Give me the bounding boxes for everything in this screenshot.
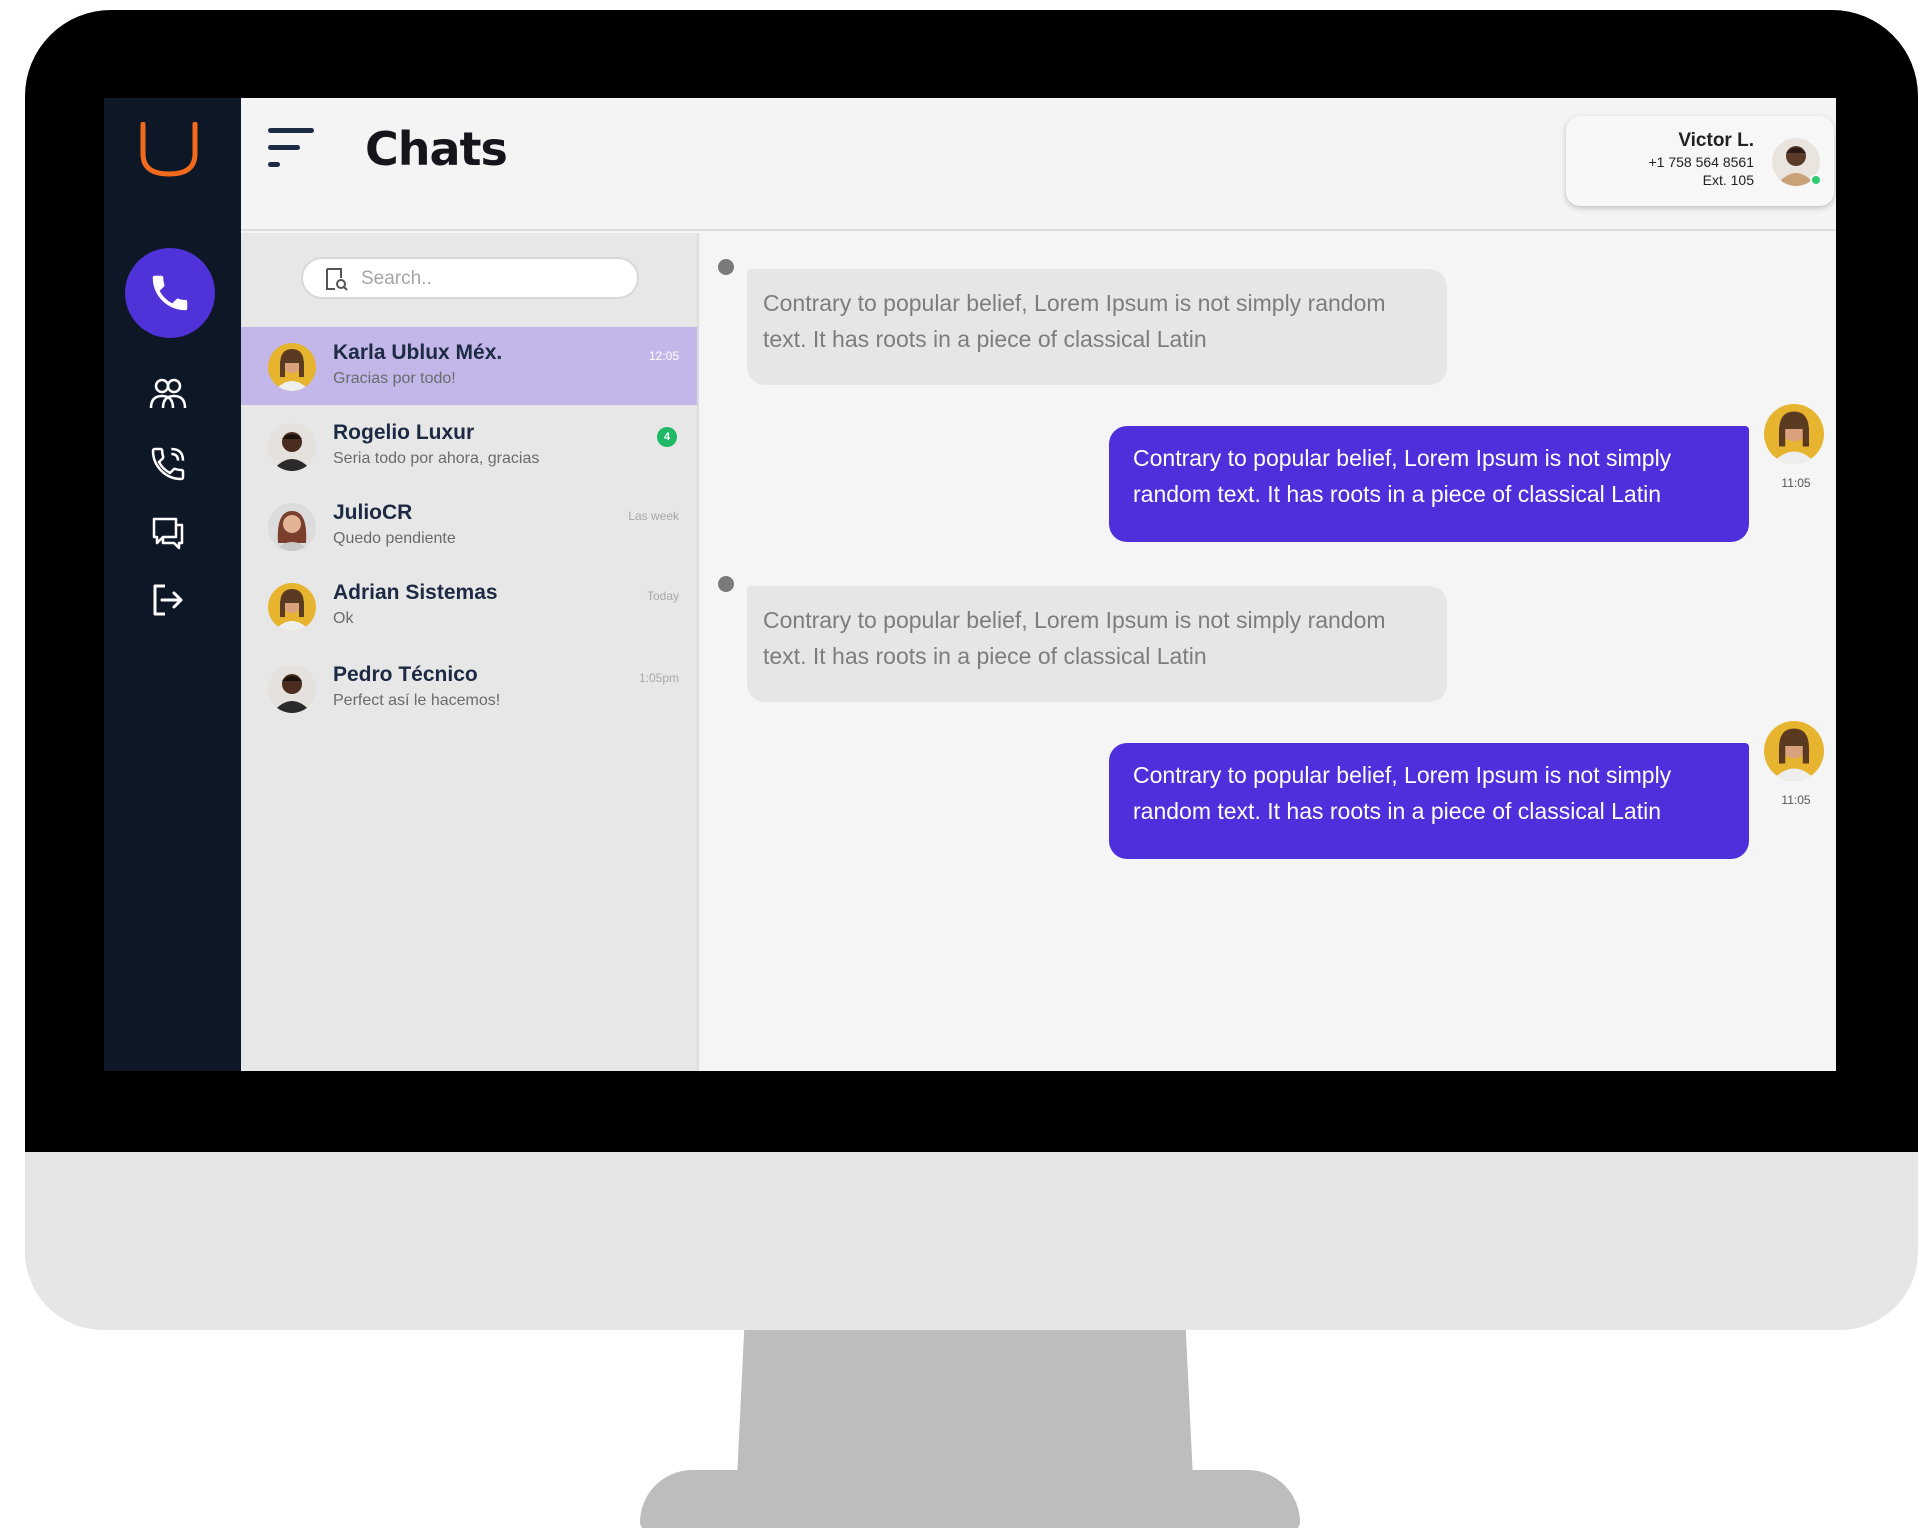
nav-messages-button[interactable] [148,512,188,552]
chat-preview: Quedo pendiente [333,530,456,547]
chat-time: 12:05 [648,349,679,363]
phone-icon [152,275,188,311]
chat-name: JulioCR [333,501,413,524]
nav-logout-button[interactable] [148,580,188,620]
monitor-chin [25,1152,1918,1330]
online-status-dot [1810,174,1822,186]
chat-time: Today [646,589,679,603]
unread-badge: 4 [657,427,677,447]
chat-name: Adrian Sistemas [333,581,498,604]
avatar [268,665,316,713]
chat-list-item[interactable]: JulioCR Quedo pendiente Las week [241,487,697,565]
message-time: 11:05 [1781,476,1811,490]
chat-time: 1:05pm [638,671,679,685]
menu-icon [268,128,314,167]
avatar [268,583,316,631]
contacts-icon [149,378,187,409]
chat-list-item[interactable]: Rogelio Luxur Seria todo por ahora, grac… [241,407,697,485]
chat-list-item[interactable]: Pedro Técnico Perfect así le hacemos! 1:… [241,649,697,727]
chat-name: Karla Ublux Méx. [333,341,503,364]
call-log-icon [151,447,185,481]
chat-preview: Ok [333,610,354,627]
user-phone: +1 758 564 8561 [1648,154,1755,170]
sender-indicator-dot [718,576,734,592]
user-info: Victor L. +1 758 564 8561 Ext. 105 [1649,130,1755,188]
chat-preview: Gracias por todo! [333,370,456,387]
chat-list-item[interactable]: Karla Ublux Méx. Gracias por todo! 12:05 [241,327,697,405]
avatar [268,343,316,391]
outgoing-message: Contrary to popular belief, Lorem Ipsum … [1109,426,1749,542]
nav-phone-button[interactable] [125,248,215,338]
chat-preview: Perfect así le hacemos! [333,692,501,709]
avatar [1764,721,1824,781]
user-card[interactable]: Victor L. +1 758 564 8561 Ext. 105 [1566,116,1834,206]
conversation-panel: Contrary to popular belief, Lorem Ipsum … [701,233,1836,1071]
user-extension: Ext. 105 [1702,172,1754,188]
app-header: Chats Victor L. +1 758 564 8561 Ext. 105 [241,98,1836,231]
chat-list-panel: Karla Ublux Méx. Gracias por todo! 12:05… [241,233,699,1071]
chat-name: Rogelio Luxur [333,421,475,444]
incoming-message: Contrary to popular belief, Lorem Ipsum … [747,269,1447,385]
avatar [268,503,316,551]
page-title: Chats [365,122,508,176]
app-screen: Chats Victor L. +1 758 564 8561 Ext. 105 [104,98,1836,1071]
logo-icon [138,121,200,178]
search-input[interactable] [361,265,621,293]
outgoing-message: Contrary to popular belief, Lorem Ipsum … [1109,743,1749,859]
avatar [268,423,316,471]
chat-preview: Seria todo por ahora, gracias [333,450,540,467]
message-time: 11:05 [1781,793,1811,807]
messages-icon [152,517,184,550]
nav-call-log-button[interactable] [148,444,188,484]
search-icon [326,268,348,291]
logout-icon [153,584,183,616]
chat-time: Las week [628,509,679,523]
menu-button[interactable] [268,126,316,170]
nav-rail [104,98,241,1071]
chat-name: Pedro Técnico [333,663,478,686]
incoming-message: Contrary to popular belief, Lorem Ipsum … [747,586,1447,702]
chat-list-item[interactable]: Adrian Sistemas Ok Today [241,567,697,645]
user-name: Victor L. [1678,130,1754,151]
search-box[interactable] [301,257,639,299]
monitor-base [640,1470,1300,1528]
nav-contacts-button[interactable] [148,374,188,414]
sender-indicator-dot [718,259,734,275]
avatar [1764,404,1824,464]
